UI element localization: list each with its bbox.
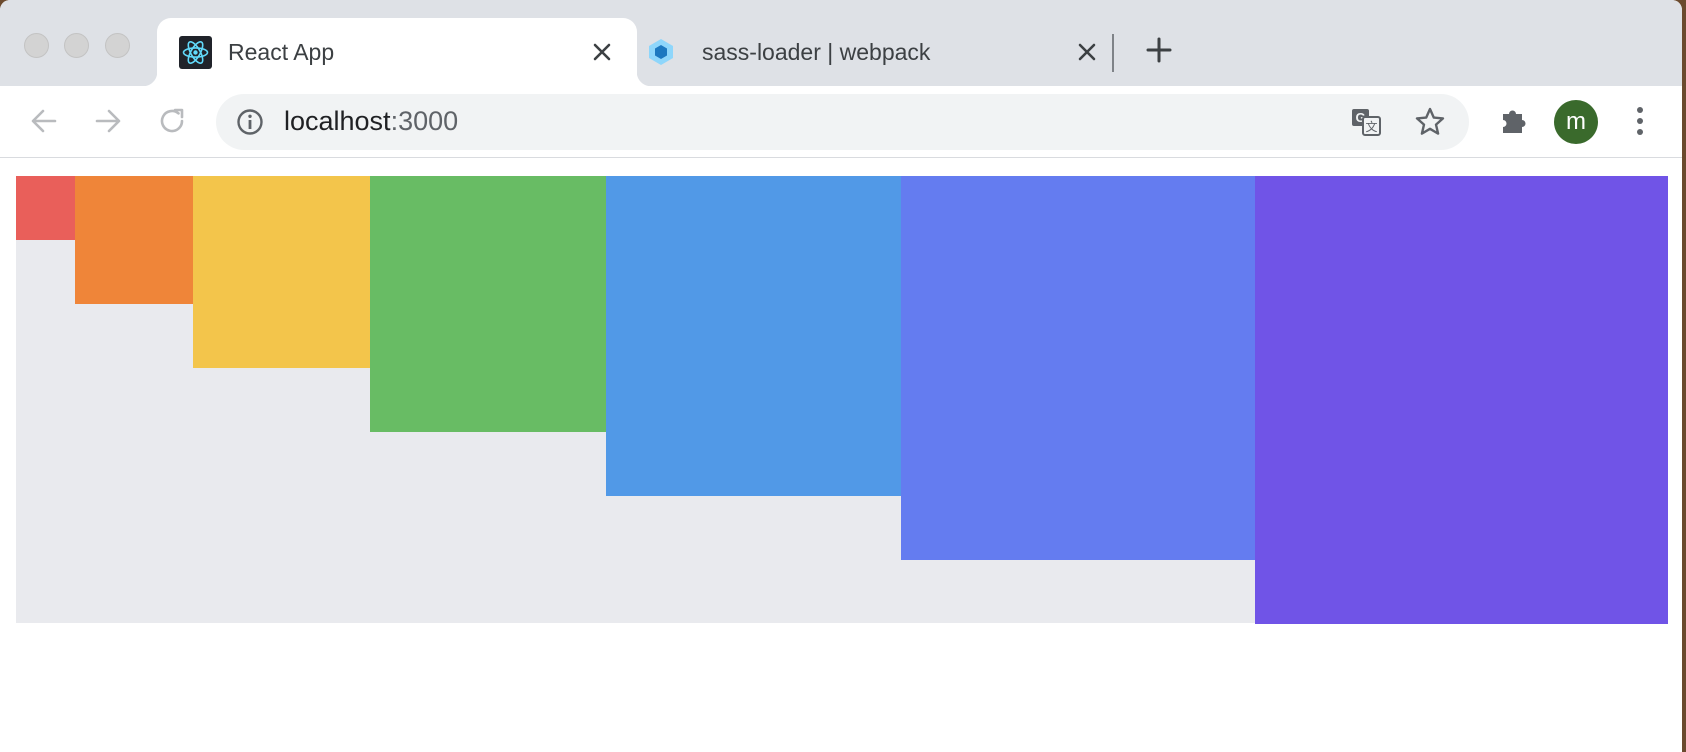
color-block-2: [75, 176, 193, 304]
back-arrow-icon: [29, 106, 59, 141]
close-icon[interactable]: [1072, 37, 1102, 67]
window-zoom-button[interactable]: [105, 33, 130, 58]
forward-arrow-icon: [93, 106, 123, 141]
translate-icon[interactable]: G 文: [1350, 106, 1382, 138]
plus-icon: [1146, 37, 1172, 68]
url-host: localhost: [284, 106, 391, 136]
browser-toolbar: localhost:3000 G 文 m: [0, 86, 1682, 158]
star-icon[interactable]: [1414, 106, 1446, 138]
new-tab-button[interactable]: [1139, 32, 1179, 72]
color-block-3: [193, 176, 370, 368]
react-logo-icon: [179, 35, 212, 69]
color-block-1: [16, 176, 75, 240]
reload-button[interactable]: [152, 103, 192, 143]
url-port: :3000: [390, 106, 459, 136]
window-minimize-button[interactable]: [64, 33, 89, 58]
tab-sass-loader[interactable]: sass-loader | webpack: [646, 18, 1106, 86]
browser-window: React App sass-loader | webpack localhos…: [0, 0, 1682, 752]
svg-text:文: 文: [1365, 119, 1377, 134]
window-close-button[interactable]: [24, 33, 49, 58]
back-button[interactable]: [24, 103, 64, 143]
tab-strip: React App sass-loader | webpack: [0, 0, 1682, 86]
color-block-5: [606, 176, 901, 496]
color-block-4: [370, 176, 606, 432]
tab-title: React App: [228, 38, 335, 65]
avatar[interactable]: m: [1554, 100, 1598, 144]
extensions-button[interactable]: [1493, 103, 1533, 143]
color-block-7: [1255, 176, 1668, 624]
reload-icon: [157, 106, 187, 141]
webpack-logo-icon: [646, 37, 676, 67]
forward-button[interactable]: [88, 103, 128, 143]
tab-separator: [1112, 34, 1114, 72]
info-icon[interactable]: [236, 108, 264, 136]
close-icon[interactable]: [587, 37, 617, 67]
more-menu-button[interactable]: [1622, 103, 1658, 143]
page-viewport: [0, 158, 1682, 752]
puzzle-extension-icon: [1497, 105, 1529, 142]
more-menu-icon: [1636, 106, 1644, 141]
tab-title: sass-loader | webpack: [702, 38, 931, 65]
staircase-container: [16, 176, 1668, 624]
tab-react-app[interactable]: React App: [143, 18, 651, 86]
color-block-6: [901, 176, 1255, 560]
address-bar[interactable]: localhost:3000 G 文: [216, 94, 1469, 150]
url-text[interactable]: localhost:3000: [284, 106, 458, 137]
